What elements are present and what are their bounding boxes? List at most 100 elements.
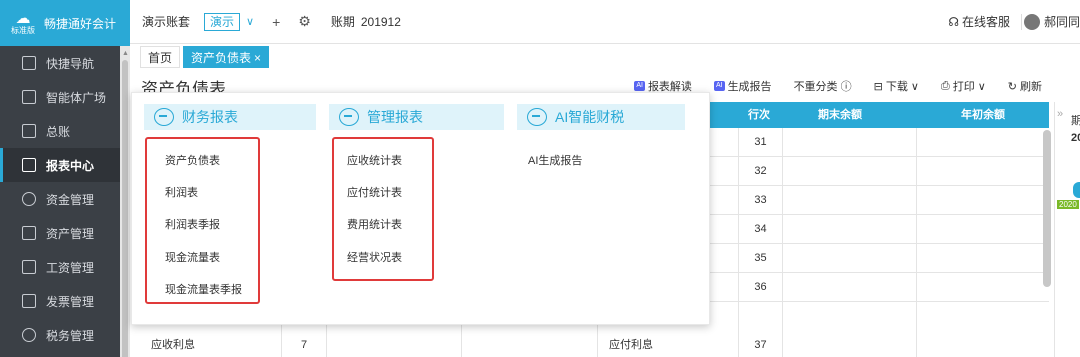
home-icon	[22, 56, 36, 70]
right-line-cell: 32	[754, 165, 767, 177]
sidebar-item-tax-management[interactable]: 税务管理	[0, 318, 130, 352]
invoice-icon	[22, 294, 36, 308]
right-side-panel: » 期 20 2020	[1054, 102, 1080, 357]
sidebar-item-agent-plaza[interactable]: 智能体广场	[0, 80, 130, 114]
right-line-cell: 33	[754, 194, 767, 206]
management-reports-title: 管理报表	[367, 109, 423, 125]
print-label: 打印	[952, 81, 975, 93]
avatar	[1023, 13, 1040, 30]
account-name: 演示账套	[142, 15, 191, 29]
menu-item-ai-report[interactable]: AI生成报告	[528, 152, 582, 168]
chevron-down-icon: ∨	[910, 80, 919, 93]
chart-icon	[22, 158, 36, 172]
top-bar: 演示账套 演示 ∨ + ⚙ 账期 201912 ☊ 在线客服 郝同同	[130, 0, 1080, 44]
download-label: 下载	[885, 81, 908, 93]
tab-home[interactable]: 首页	[140, 46, 181, 68]
tab-bar: 首页 资产负债表 ×	[130, 44, 1080, 68]
sidebar-item-ledger[interactable]: 总账	[0, 114, 130, 148]
user-menu[interactable]: 郝同同	[1023, 13, 1080, 30]
highlight-box-management	[332, 137, 434, 281]
brand-name: 畅捷通好会计	[44, 16, 117, 31]
refresh-icon: ↻	[1007, 80, 1017, 93]
sidebar-item-label: 税务管理	[46, 328, 95, 343]
no-reclassify-toggle[interactable]: 不重分类 ⓘ	[794, 78, 852, 94]
side-panel-label: 期	[1071, 115, 1080, 127]
financial-reports-header: 财务报表	[144, 104, 316, 130]
calculator-icon	[339, 108, 359, 126]
sidebar-item-quick-nav[interactable]: 快捷导航	[0, 46, 130, 80]
right-line-cell: 37	[754, 339, 767, 351]
tab-label: 首页	[148, 51, 173, 65]
tab-label: 资产负债表	[191, 51, 252, 65]
refresh-button[interactable]: ↻ 刷新	[1008, 78, 1042, 94]
print-button[interactable]: ⎙ 打印 ∨	[941, 78, 986, 94]
table-row[interactable]: 应收利息 7 应付利息 37	[141, 331, 1049, 357]
right-line-cell: 31	[754, 136, 767, 148]
header-end-balance: 期末余额	[818, 109, 862, 121]
report-icon	[154, 108, 174, 126]
sidebar-item-invoice-management[interactable]: 发票管理	[0, 284, 130, 318]
sidebar-item-label: 快捷导航	[46, 56, 95, 71]
sidebar-item-label: 发票管理	[46, 294, 95, 309]
sidebar-item-label: 资产管理	[46, 226, 95, 241]
left-item-cell: 应收利息	[151, 339, 195, 351]
sidebar-item-label: 总账	[46, 124, 71, 139]
gear-icon[interactable]: ⚙	[298, 13, 311, 30]
year-badge: 2020	[1057, 200, 1079, 209]
cloud-logo-icon: ☁ 标准版	[11, 9, 35, 35]
divider	[1021, 14, 1022, 30]
tax-icon	[22, 328, 36, 342]
no-reclassify-label: 不重分类 ⓘ	[793, 81, 852, 93]
ai-badge-icon: AI	[634, 81, 645, 91]
chevron-down-icon[interactable]: ∨	[246, 15, 254, 28]
chevron-right-icon[interactable]: »	[1057, 108, 1063, 120]
online-service-button[interactable]: ☊ 在线客服	[948, 13, 1010, 30]
header-begin-balance: 年初余额	[961, 109, 1005, 121]
ai-tax-header: AI智能财税	[517, 104, 685, 130]
sidebar-item-fund-management[interactable]: 资金管理	[0, 182, 130, 216]
money-icon	[22, 192, 36, 206]
sidebar-item-salary-management[interactable]: 工资管理	[0, 250, 130, 284]
right-item-cell: 应付利息	[609, 339, 653, 351]
asset-icon	[22, 226, 36, 240]
generate-report-button[interactable]: AI 生成报告	[713, 78, 772, 94]
report-center-menu: 财务报表 管理报表 AI智能财税 资产负债表 利润表 利润表季报 现金流量表 现…	[131, 92, 710, 325]
ledger-icon	[22, 124, 36, 138]
download-button[interactable]: ⊟ 下载 ∨	[874, 78, 919, 94]
sidebar-scrollbar[interactable]: ▲	[120, 46, 130, 357]
account-select[interactable]: 演示	[204, 12, 241, 31]
headset-icon: ☊	[948, 14, 959, 29]
ai-icon	[527, 108, 547, 126]
sidebar-item-report-center[interactable]: 报表中心	[0, 148, 130, 182]
salary-icon	[22, 260, 36, 274]
timeline-marker-icon[interactable]	[1073, 182, 1080, 198]
financial-reports-title: 财务报表	[182, 109, 238, 125]
sidebar-item-asset-management[interactable]: 资产管理	[0, 216, 130, 250]
sidebar-item-label: 报表中心	[46, 158, 95, 173]
period-label: 账期	[330, 15, 355, 29]
grid-icon	[22, 90, 36, 104]
right-line-cell: 36	[754, 281, 767, 293]
printer-icon: ⎙	[940, 79, 950, 92]
refresh-label: 刷新	[1020, 81, 1042, 93]
brand-edition: 标准版	[11, 25, 35, 35]
chevron-down-icon: ∨	[977, 80, 986, 93]
online-service-label: 在线客服	[961, 15, 1010, 29]
download-icon: ⊟	[873, 80, 883, 93]
highlight-box-financial	[145, 137, 260, 304]
tab-balance-sheet[interactable]: 资产负债表 ×	[183, 46, 270, 68]
ai-badge-icon: AI	[713, 81, 725, 91]
plus-icon[interactable]: +	[272, 14, 280, 30]
sidebar-item-label: 智能体广场	[46, 90, 107, 105]
user-name: 郝同同	[1043, 15, 1080, 29]
brand-header[interactable]: ☁ 标准版 畅捷通好会计	[0, 0, 130, 46]
sidebar-item-label: 工资管理	[46, 260, 95, 275]
sidebar: ☁ 标准版 畅捷通好会计 快捷导航 智能体广场 总账 报表中心 资金管理 资产管…	[0, 0, 130, 357]
right-line-cell: 34	[754, 223, 767, 235]
period-value[interactable]: 201912	[361, 15, 401, 29]
header-line-no: 行次	[748, 109, 770, 121]
generate-report-label: 生成报告	[727, 81, 772, 93]
scroll-up-icon[interactable]: ▲	[122, 50, 129, 57]
table-scrollbar[interactable]	[1043, 130, 1051, 287]
close-icon[interactable]: ×	[254, 51, 261, 65]
